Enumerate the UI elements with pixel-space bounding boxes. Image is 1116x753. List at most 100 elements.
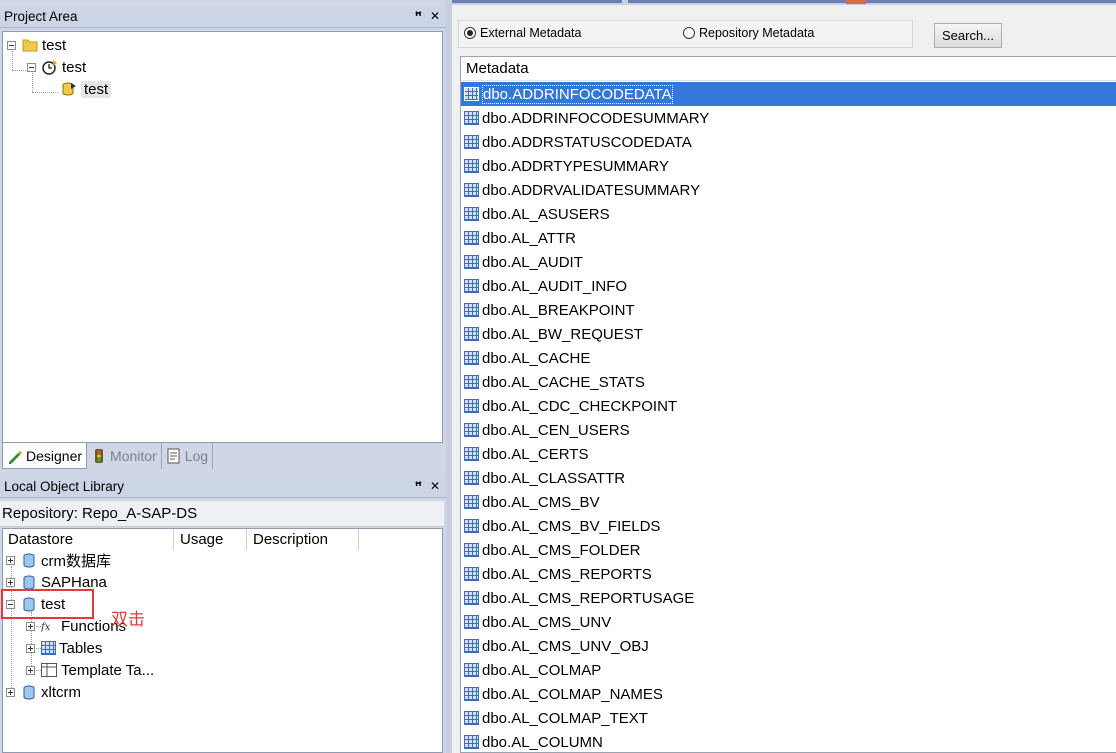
table-icon [464, 615, 479, 629]
table-icon [464, 543, 479, 557]
tree-item-job[interactable]: test [27, 56, 86, 78]
metadata-row[interactable]: dbo.AL_ASUSERS [461, 202, 1116, 226]
metadata-row[interactable]: dbo.AL_CMS_BV [461, 490, 1116, 514]
pin-icon[interactable]: ꟸ [415, 479, 422, 493]
datastore-subitem[interactable]: Tables [26, 637, 102, 659]
metadata-row-label: dbo.AL_CMS_BV_FIELDS [482, 517, 661, 535]
metadata-row-label: dbo.ADDRINFOCODESUMMARY [482, 109, 710, 127]
traffic-light-icon [91, 448, 107, 464]
table-icon [464, 327, 479, 341]
expand-icon[interactable] [6, 687, 15, 697]
svg-text:fx: fx [41, 622, 51, 633]
pin-icon[interactable]: ꟸ [415, 9, 422, 23]
metadata-row-label: dbo.AL_CMS_REPORTS [482, 565, 652, 583]
metadata-row[interactable]: dbo.AL_COLMAP [461, 658, 1116, 682]
table-icon [41, 641, 56, 655]
metadata-row[interactable]: dbo.AL_CEN_USERS [461, 418, 1116, 442]
metadata-source-group: External Metadata Repository Metadata [458, 20, 913, 48]
metadata-row[interactable]: dbo.ADDRINFOCODEDATA [461, 82, 1116, 106]
expand-icon[interactable] [26, 621, 35, 631]
metadata-row[interactable]: dbo.AL_CMS_REPORTS [461, 562, 1116, 586]
metadata-row[interactable]: dbo.AL_CMS_BV_FIELDS [461, 514, 1116, 538]
metadata-row-label: dbo.AL_CMS_UNV [482, 613, 612, 631]
metadata-column-header[interactable]: Metadata [461, 57, 1116, 81]
metadata-row[interactable]: dbo.AL_CACHE_STATS [461, 370, 1116, 394]
metadata-row-label: dbo.AL_ATTR [482, 229, 576, 247]
collapse-icon[interactable] [27, 62, 36, 72]
column-header-description[interactable]: Description [247, 529, 359, 550]
column-header-datastore[interactable]: Datastore [2, 529, 174, 550]
metadata-row-label: dbo.ADDRINFOCODEDATA [482, 84, 673, 104]
table-icon [464, 159, 479, 173]
expand-icon[interactable] [6, 577, 15, 587]
metadata-row-label: dbo.AL_BW_REQUEST [482, 325, 643, 343]
metadata-row[interactable]: dbo.AL_CMS_FOLDER [461, 538, 1116, 562]
table-icon [464, 711, 479, 725]
metadata-row-label: dbo.AL_CMS_UNV_OBJ [482, 637, 649, 655]
metadata-row[interactable]: dbo.AL_CMS_UNV [461, 610, 1116, 634]
metadata-row-label: dbo.AL_CACHE_STATS [482, 373, 645, 391]
table-icon [464, 231, 479, 245]
metadata-row[interactable]: dbo.AL_CMS_UNV_OBJ [461, 634, 1116, 658]
table-icon [464, 567, 479, 581]
expand-icon[interactable] [6, 555, 15, 565]
designer-icon [7, 448, 23, 464]
search-button[interactable]: Search... [934, 23, 1002, 48]
metadata-row[interactable]: dbo.AL_CDC_CHECKPOINT [461, 394, 1116, 418]
external-metadata-radio[interactable]: External Metadata [464, 26, 581, 40]
collapse-icon[interactable] [7, 40, 16, 50]
metadata-row[interactable]: dbo.AL_BREAKPOINT [461, 298, 1116, 322]
table-icon [464, 639, 479, 653]
table-icon [464, 303, 479, 317]
datastore-item[interactable]: xltcrm [6, 681, 81, 703]
expand-icon[interactable] [26, 665, 35, 675]
metadata-row[interactable]: dbo.AL_AUDIT [461, 250, 1116, 274]
metadata-row-label: dbo.AL_CEN_USERS [482, 421, 630, 439]
tab-designer[interactable]: Designer [2, 443, 88, 469]
metadata-row[interactable]: dbo.AL_CLASSATTR [461, 466, 1116, 490]
metadata-row[interactable]: dbo.AL_COLMAP_NAMES [461, 682, 1116, 706]
metadata-row[interactable]: dbo.ADDRINFOCODESUMMARY [461, 106, 1116, 130]
tab-log[interactable]: Log [162, 443, 214, 469]
metadata-row[interactable]: dbo.AL_ATTR [461, 226, 1116, 250]
metadata-row[interactable]: dbo.AL_BW_REQUEST [461, 322, 1116, 346]
tree-item-dataflow[interactable]: test [61, 78, 112, 100]
tab-monitor[interactable]: Monitor [87, 443, 162, 469]
metadata-row[interactable]: dbo.AL_COLUMN [461, 730, 1116, 752]
annotation-text: 双击 [111, 610, 145, 630]
tree-item-project[interactable]: test [7, 34, 66, 56]
repository-metadata-radio[interactable]: Repository Metadata [683, 26, 814, 40]
template-table-icon [41, 662, 57, 678]
table-icon [464, 255, 479, 269]
subitem-label: Template Ta... [61, 661, 155, 679]
datastore-label: SAPHana [41, 573, 107, 591]
table-icon [464, 87, 479, 101]
metadata-row[interactable]: dbo.AL_CMS_REPORTUSAGE [461, 586, 1116, 610]
project-area-title: Project Area [4, 9, 78, 24]
metadata-row[interactable]: dbo.ADDRTYPESUMMARY [461, 154, 1116, 178]
metadata-row[interactable]: dbo.ADDRSTATUSCODEDATA [461, 130, 1116, 154]
column-header-usage[interactable]: Usage [174, 529, 247, 550]
metadata-row-label: dbo.AL_CERTS [482, 445, 589, 463]
metadata-row-label: dbo.AL_COLMAP_NAMES [482, 685, 663, 703]
metadata-row[interactable]: dbo.AL_AUDIT_INFO [461, 274, 1116, 298]
datastore-item[interactable]: crm数据库 [6, 549, 111, 571]
metadata-row[interactable]: dbo.AL_COLMAP_TEXT [461, 706, 1116, 730]
metadata-row-label: dbo.AL_CMS_BV [482, 493, 600, 511]
datastore-label: crm数据库 [41, 552, 111, 570]
annotation-highlight-box [1, 589, 94, 619]
tree-item-label: test [81, 80, 112, 98]
datastore-subitem[interactable]: Template Ta... [26, 659, 154, 681]
radio-unselected-icon [683, 27, 695, 39]
metadata-row[interactable]: dbo.AL_CACHE [461, 346, 1116, 370]
expand-icon[interactable] [26, 643, 35, 653]
table-icon [464, 495, 479, 509]
left-column: Project Area ꟸ ✕ test test test Designer… [0, 0, 446, 753]
metadata-row[interactable]: dbo.ADDRVALIDATESUMMARY [461, 178, 1116, 202]
metadata-row[interactable]: dbo.AL_CERTS [461, 442, 1116, 466]
close-icon[interactable]: ✕ [430, 9, 440, 23]
project-area-title-bar: Project Area ꟸ ✕ [0, 6, 446, 28]
metadata-row-label: dbo.AL_AUDIT_INFO [482, 277, 628, 295]
repository-label: Repository: Repo_A-SAP-DS [2, 505, 198, 522]
close-icon[interactable]: ✕ [430, 479, 440, 493]
